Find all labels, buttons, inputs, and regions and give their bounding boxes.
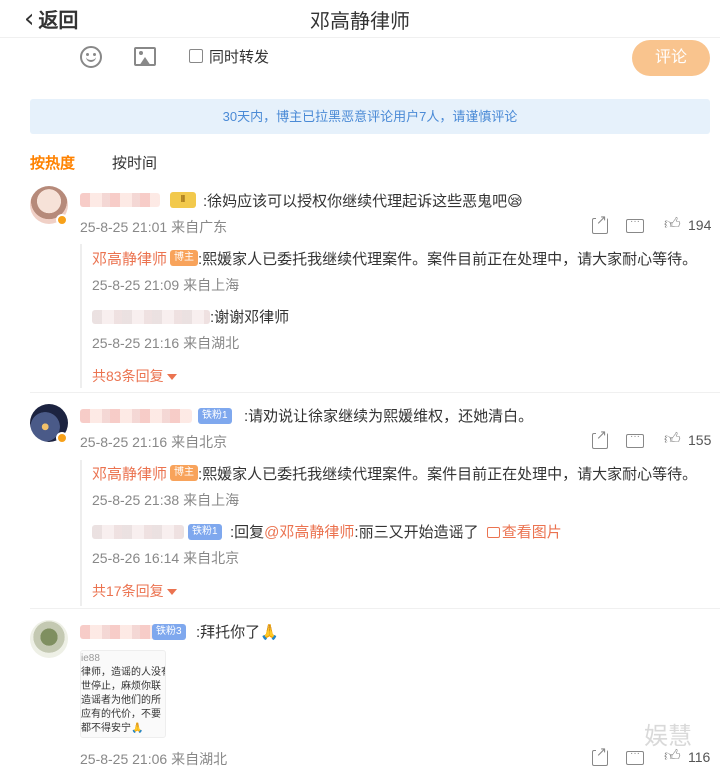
avatar[interactable] xyxy=(30,620,68,658)
chevron-down-icon xyxy=(166,589,177,596)
image-text-line: 律师，造谣的人没有 xyxy=(81,667,166,678)
comment-icon[interactable] xyxy=(626,748,644,765)
comment-icon[interactable] xyxy=(626,216,644,233)
tab-sort-time[interactable]: 按时间 xyxy=(112,152,157,173)
fan-level-badge: 铁粉3 xyxy=(152,624,186,640)
repost-checkbox[interactable] xyxy=(189,49,203,63)
username-blurred[interactable] xyxy=(80,193,160,207)
reply-meta: 25-8-26 16:14 来自北京 xyxy=(92,550,240,566)
username-blurred[interactable] xyxy=(80,625,160,639)
comment-meta: 25-8-25 21:01 来自广东 xyxy=(80,219,228,235)
reply-meta: 25-8-25 21:09 来自上海 xyxy=(92,277,240,293)
reply-author-name[interactable]: 邓高静律师 xyxy=(92,251,167,268)
share-icon[interactable] xyxy=(592,428,608,449)
reply-text: :熙媛家人已委托我继续代理案件。案件目前正在处理中，请大家耐心等待。 xyxy=(198,466,698,483)
view-image-label: 查看图片 xyxy=(501,524,562,541)
reply-text: :熙媛家人已委托我继续代理案件。案件目前正在处理中，请大家耐心等待。 xyxy=(198,251,698,268)
reply-thread-bar xyxy=(80,460,82,606)
image-text-line: 造谣者为他们的所 xyxy=(81,695,161,706)
reply-text-row: 邓高静律师 xyxy=(92,248,167,269)
reply-text-row: 邓高静律师 xyxy=(92,463,167,484)
comment-composer: 同时转发 评论 xyxy=(0,38,720,88)
comment-meta: 25-8-25 21:16 来自北京 xyxy=(80,434,228,450)
reply-author-blurred[interactable] xyxy=(92,310,210,324)
like-count: 155 xyxy=(688,432,712,448)
mention-link[interactable]: @邓高静律师 xyxy=(264,524,354,541)
share-icon[interactable] xyxy=(592,745,608,766)
fan-level-badge: 铁粉1 xyxy=(198,408,232,424)
image-text-line: 都不得安宁🙏 xyxy=(81,723,144,734)
reply-text: :丽三又开始造谣了 xyxy=(354,524,479,541)
reply-meta: 25-8-25 21:16 来自湖北 xyxy=(92,335,240,351)
reply-text: :谢谢邓律师 xyxy=(210,309,290,326)
fan-level-badge: Ⅱ xyxy=(170,192,196,208)
more-replies-link[interactable]: 共83条回复 xyxy=(92,366,177,386)
reply-meta: 25-8-25 21:38 来自上海 xyxy=(92,492,240,508)
reply-prefix: :回复 xyxy=(230,524,265,541)
emoji-icon[interactable] xyxy=(80,46,102,68)
post-comment-button[interactable]: 评论 xyxy=(632,40,710,76)
comment-text: :徐妈应该可以授权你继续代理起诉这些恶鬼吧😪 xyxy=(203,193,523,210)
watermark: 娱慧 xyxy=(644,722,692,750)
page-title: 邓高静律师 xyxy=(310,11,410,33)
like-icon[interactable]: 👍︎ xyxy=(664,429,681,449)
top-bar: ‹ 返回 邓高静律师 xyxy=(0,0,720,38)
image-icon xyxy=(486,527,500,538)
comment-image-thumbnail[interactable]: ie88 律师，造谣的人没有 世停止，麻烦你联 造谣者为他们的所 应有的代价，不… xyxy=(80,650,166,738)
repost-label[interactable]: 同时转发 xyxy=(209,46,269,67)
like-icon[interactable]: 👍︎ xyxy=(664,214,681,234)
host-badge: 博主 xyxy=(170,465,198,481)
fan-level-badge: 铁粉1 xyxy=(188,524,222,540)
view-image-link[interactable]: 查看图片 xyxy=(483,524,562,541)
host-badge: 博主 xyxy=(170,250,198,266)
blocked-users-notice: 30天内，博主已拉黑恶意评论用户7人，请谨慎评论 xyxy=(30,99,710,134)
divider xyxy=(30,392,720,393)
more-replies-label: 共17条回复 xyxy=(92,583,164,599)
reply-thread-bar xyxy=(80,244,82,388)
username-blurred[interactable] xyxy=(80,409,192,423)
comment-meta: 25-8-25 21:06 来自湖北 xyxy=(80,751,228,767)
reply-author-blurred[interactable] xyxy=(92,525,184,539)
like-count: 116 xyxy=(688,749,711,765)
tab-sort-hot[interactable]: 按热度 xyxy=(30,152,75,173)
image-text-line: 应有的代价，不要 xyxy=(81,709,161,720)
more-replies-label: 共83条回复 xyxy=(92,368,164,384)
reply-author-name[interactable]: 邓高静律师 xyxy=(92,466,167,483)
comment-text: :请劝说让徐家继续为熙媛维权，还她清白。 xyxy=(244,408,534,425)
share-icon[interactable] xyxy=(592,213,608,234)
comment-text: :拜托你了🙏 xyxy=(196,624,279,641)
image-text-line: 世停止，麻烦你联 xyxy=(81,681,161,692)
comment-icon[interactable] xyxy=(626,431,644,448)
image-text-line: ie88 xyxy=(81,653,100,664)
more-replies-link[interactable]: 共17条回复 xyxy=(92,581,177,601)
divider xyxy=(30,608,720,609)
chevron-down-icon xyxy=(166,374,177,381)
reply-text-row: :回复@邓高静律师:丽三又开始造谣了 查看图片 xyxy=(230,521,562,542)
image-icon[interactable] xyxy=(134,47,156,66)
like-count: 194 xyxy=(688,217,712,233)
verified-badge-icon xyxy=(56,432,68,444)
verified-badge-icon xyxy=(56,214,68,226)
